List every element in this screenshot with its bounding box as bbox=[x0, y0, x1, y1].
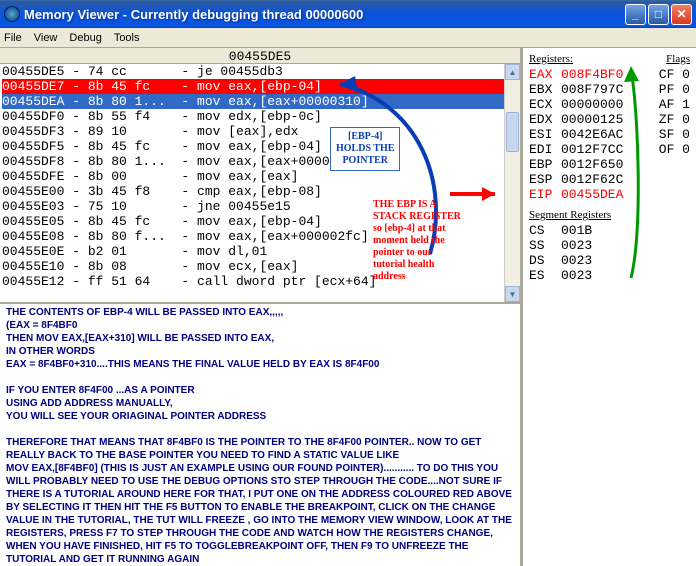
segment-register-row: SS0023 bbox=[529, 238, 690, 253]
note-line: THEREFORE THAT MEANS THAT 8F4BF0 IS THE … bbox=[6, 436, 514, 462]
disasm-row[interactable]: 00455E00 - 3b 45 f8 - cmp eax,[ebp-08] bbox=[2, 184, 518, 199]
disasm-row[interactable]: 00455DF0 - 8b 55 f4 - mov edx,[ebp-0c] bbox=[2, 109, 518, 124]
scroll-down-icon[interactable]: ▼ bbox=[505, 286, 520, 302]
scroll-thumb[interactable] bbox=[506, 112, 519, 152]
titlebar[interactable]: Memory Viewer - Currently debugging thre… bbox=[0, 0, 696, 28]
disassembly-pane[interactable]: 00455DE5 - 74 cc - je 00455db300455DE7 -… bbox=[0, 64, 520, 304]
window-title: Memory Viewer - Currently debugging thre… bbox=[24, 7, 625, 22]
close-button[interactable]: ✕ bbox=[671, 4, 692, 25]
note-line: THE CONTENTS OF EBP-4 WILL BE PASSED INT… bbox=[6, 306, 514, 319]
scrollbar[interactable]: ▲ ▼ bbox=[504, 64, 520, 302]
register-row: EAX008F4BF0CF 0 bbox=[529, 67, 690, 82]
menu-view[interactable]: View bbox=[34, 32, 58, 44]
disasm-row[interactable]: 00455DF3 - 89 10 - mov [eax],edx bbox=[2, 124, 518, 139]
disasm-row[interactable]: 00455DFE - 8b 00 - mov eax,[eax] bbox=[2, 169, 518, 184]
overlay-ebp4-box: [EBP-4] HOLDS THE POINTER bbox=[330, 127, 400, 171]
register-row: ECX00000000AF 1 bbox=[529, 97, 690, 112]
segment-register-row: CS001B bbox=[529, 223, 690, 238]
registers-pane: Registers: Flags EAX008F4BF0CF 0EBX008F7… bbox=[522, 48, 696, 566]
disasm-row[interactable]: 00455DE7 - 8b 45 fc - mov eax,[ebp-04] bbox=[2, 79, 518, 94]
note-line: EAX = 8F4BF0+310....THIS MEANS THE FINAL… bbox=[6, 358, 514, 371]
register-row: ESI0042E6ACSF 0 bbox=[529, 127, 690, 142]
register-row: EBX008F797CPF 0 bbox=[529, 82, 690, 97]
register-row: ESP0012F62C bbox=[529, 172, 690, 187]
register-row: EDX00000125ZF 0 bbox=[529, 112, 690, 127]
registers-header: Registers: bbox=[529, 52, 666, 67]
register-row: EDI0012F7CCOF 0 bbox=[529, 142, 690, 157]
maximize-button[interactable]: □ bbox=[648, 4, 669, 25]
segment-registers-header: Segment Registers bbox=[529, 208, 690, 223]
note-line: THEN MOV EAX,[EAX+310] WILL BE PASSED IN… bbox=[6, 332, 514, 345]
note-line: MOV EAX,[8F4BF0] (THIS IS JUST AN EXAMPL… bbox=[6, 462, 514, 566]
note-line: IN OTHER WORDS bbox=[6, 345, 514, 358]
register-row: EBP0012F650 bbox=[529, 157, 690, 172]
menu-debug[interactable]: Debug bbox=[69, 32, 101, 44]
overlay-ebp-explain: THE EBP IS A STACK REGISTER so [ebp-4] a… bbox=[373, 199, 493, 283]
disasm-row[interactable]: 00455DF8 - 8b 80 1... - mov eax,[eax+000… bbox=[2, 154, 518, 169]
note-line: IF YOU ENTER 8F4F00 ...AS A POINTER bbox=[6, 384, 514, 397]
note-line: (EAX = 8F4BF0 bbox=[6, 319, 514, 332]
scroll-up-icon[interactable]: ▲ bbox=[505, 64, 520, 80]
note-line: USING ADD ADDRESS MANUALLY, bbox=[6, 397, 514, 410]
disasm-row[interactable]: 00455DF5 - 8b 45 fc - mov eax,[ebp-04] bbox=[2, 139, 518, 154]
app-icon bbox=[4, 6, 20, 22]
disasm-row[interactable]: 00455DEA - 8b 80 1... - mov eax,[eax+000… bbox=[2, 94, 518, 109]
segment-register-row: DS0023 bbox=[529, 253, 690, 268]
segment-register-row: ES0023 bbox=[529, 268, 690, 283]
menu-tools[interactable]: Tools bbox=[114, 32, 140, 44]
register-row: EIP00455DEA bbox=[529, 187, 690, 202]
disasm-header: 00455DE5 bbox=[0, 48, 520, 64]
menubar: File View Debug Tools bbox=[0, 28, 696, 48]
disasm-row[interactable]: 00455DE5 - 74 cc - je 00455db3 bbox=[2, 64, 518, 79]
minimize-button[interactable]: _ bbox=[625, 4, 646, 25]
flags-header: Flags bbox=[666, 52, 690, 67]
menu-file[interactable]: File bbox=[4, 32, 22, 44]
note-line: YOU WILL SEE YOUR ORIAGINAL POINTER ADDR… bbox=[6, 410, 514, 423]
notes-pane[interactable]: THE CONTENTS OF EBP-4 WILL BE PASSED INT… bbox=[0, 304, 520, 566]
